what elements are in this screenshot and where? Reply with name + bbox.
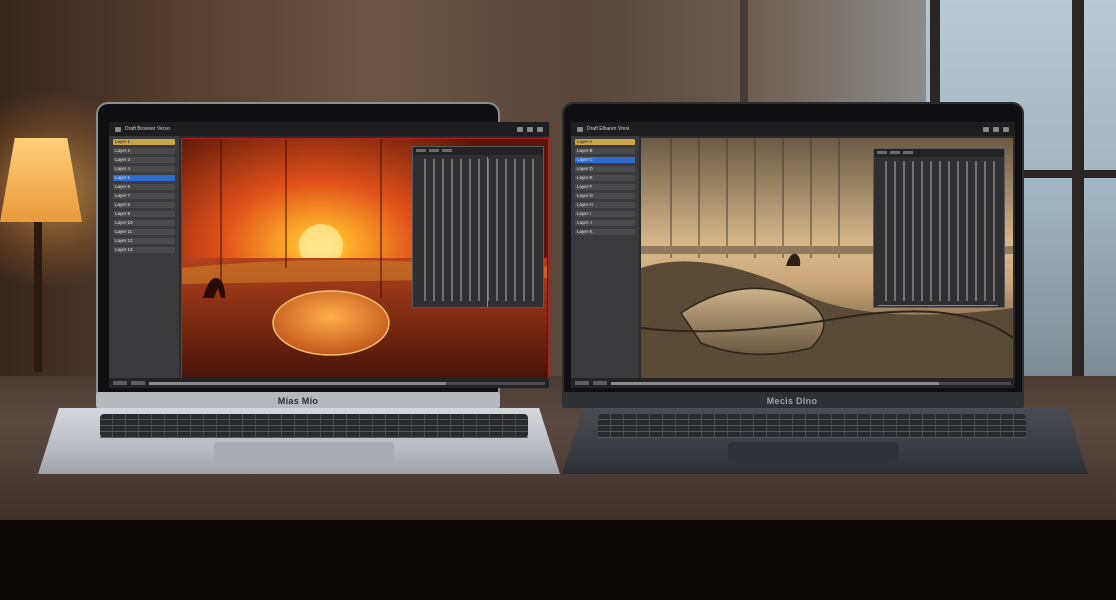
layers-panel: Layer 1 Layer 2 Layer 3 Layer 4 Layer 5 Layer… <box>109 136 179 378</box>
panel-scroll-indicator[interactable] <box>487 157 488 307</box>
zoom-icon[interactable] <box>993 126 999 132</box>
layer-item[interactable]: Layer K <box>575 229 635 235</box>
layer-item[interactable]: Layer 6 <box>113 184 175 190</box>
laptop-left-screen: Draft Browser Verso Layer 1 Layer 2 Layer … <box>109 122 549 388</box>
laptop-left-keyboard[interactable] <box>100 414 528 438</box>
layer-item[interactable]: Layer 12 <box>113 238 175 244</box>
layer-item[interactable]: Layer E <box>575 175 635 181</box>
timeline-progress <box>611 381 939 385</box>
status-chip <box>113 381 127 385</box>
toolbar-icons <box>517 126 543 132</box>
status-bar <box>571 378 1015 388</box>
layer-item[interactable]: Layer 3 <box>113 157 175 163</box>
status-bar <box>109 378 549 388</box>
laptop-right-brand: Mecis Dlno <box>766 396 818 406</box>
panel-tab[interactable] <box>890 151 900 154</box>
menu-icon[interactable] <box>1003 126 1009 132</box>
timeline-scrollbar[interactable] <box>149 381 545 385</box>
layer-item[interactable]: Layer 8 <box>113 202 175 208</box>
menu-icon[interactable] <box>537 126 543 132</box>
layer-item[interactable]: Layer 7 <box>113 193 175 199</box>
layer-item[interactable]: Layer C <box>575 157 635 163</box>
zoom-icon[interactable] <box>527 126 533 132</box>
layers-panel: Layer A Layer B Layer C Layer D Layer E Layer… <box>571 136 639 378</box>
window-icon[interactable] <box>115 126 121 132</box>
photo-scene: Draft Browser Verso Layer 1 Layer 2 Layer … <box>0 0 1116 600</box>
laptop-left: Draft Browser Verso Layer 1 Layer 2 Layer … <box>38 102 560 476</box>
app-titlebar: Draft Elbaren Vresi <box>571 122 1015 136</box>
layer-item[interactable]: Layer 1 <box>113 139 175 145</box>
layer-item[interactable]: Layer 11 <box>113 229 175 235</box>
panel-controls-grid[interactable] <box>417 159 539 301</box>
layer-item[interactable]: Layer J <box>575 220 635 226</box>
status-chip <box>131 381 145 385</box>
layers-icon[interactable] <box>517 126 523 132</box>
app-title: Draft Elbaren Vresi <box>587 126 630 132</box>
toolbar-icons <box>983 126 1009 132</box>
laptop-right: Draft Elbaren Vresi Layer A Layer B Layer … <box>562 102 1088 476</box>
timeline-progress <box>149 381 446 385</box>
panel-controls-grid[interactable] <box>878 161 1000 301</box>
layer-item[interactable]: Layer 9 <box>113 211 175 217</box>
panel-tab[interactable] <box>429 149 439 152</box>
properties-panel <box>873 148 1005 308</box>
timeline-scrollbar[interactable] <box>611 381 1011 385</box>
panel-tab[interactable] <box>442 149 452 152</box>
app-title: Draft Browser Verso <box>125 126 170 132</box>
laptop-right-screen: Draft Elbaren Vresi Layer A Layer B Layer … <box>571 122 1015 388</box>
layer-item[interactable]: Layer G <box>575 193 635 199</box>
layer-item[interactable]: Layer A <box>575 139 635 145</box>
app-titlebar: Draft Browser Verso <box>109 122 549 136</box>
laptop-right-trackpad[interactable] <box>728 442 898 462</box>
panel-tabs <box>413 147 543 155</box>
layer-item[interactable]: Layer B <box>575 148 635 154</box>
layer-item[interactable]: Layer 2 <box>113 148 175 154</box>
layer-item[interactable]: Layer 10 <box>113 220 175 226</box>
panel-tab[interactable] <box>903 151 913 154</box>
table-edge <box>0 520 1116 600</box>
laptop-right-keyboard[interactable] <box>598 414 1026 438</box>
layer-item[interactable]: Layer 13 <box>113 247 175 253</box>
layer-item[interactable]: Layer D <box>575 166 635 172</box>
panel-tab[interactable] <box>877 151 887 154</box>
properties-panel <box>412 146 544 308</box>
layer-item[interactable]: Layer 4 <box>113 166 175 172</box>
status-chip <box>575 381 589 385</box>
window-icon[interactable] <box>577 126 583 132</box>
layer-item[interactable]: Layer F <box>575 184 635 190</box>
laptop-left-trackpad[interactable] <box>214 442 394 462</box>
status-chip <box>593 381 607 385</box>
layer-item[interactable]: Layer H <box>575 202 635 208</box>
panel-scroll-indicator[interactable] <box>878 305 998 306</box>
panel-tabs <box>874 149 1004 157</box>
panel-tab[interactable] <box>416 149 426 152</box>
laptop-left-brand: Mias Mio <box>277 396 319 406</box>
layer-item[interactable]: Layer I <box>575 211 635 217</box>
layers-icon[interactable] <box>983 126 989 132</box>
layer-item[interactable]: Layer 5 <box>113 175 175 181</box>
